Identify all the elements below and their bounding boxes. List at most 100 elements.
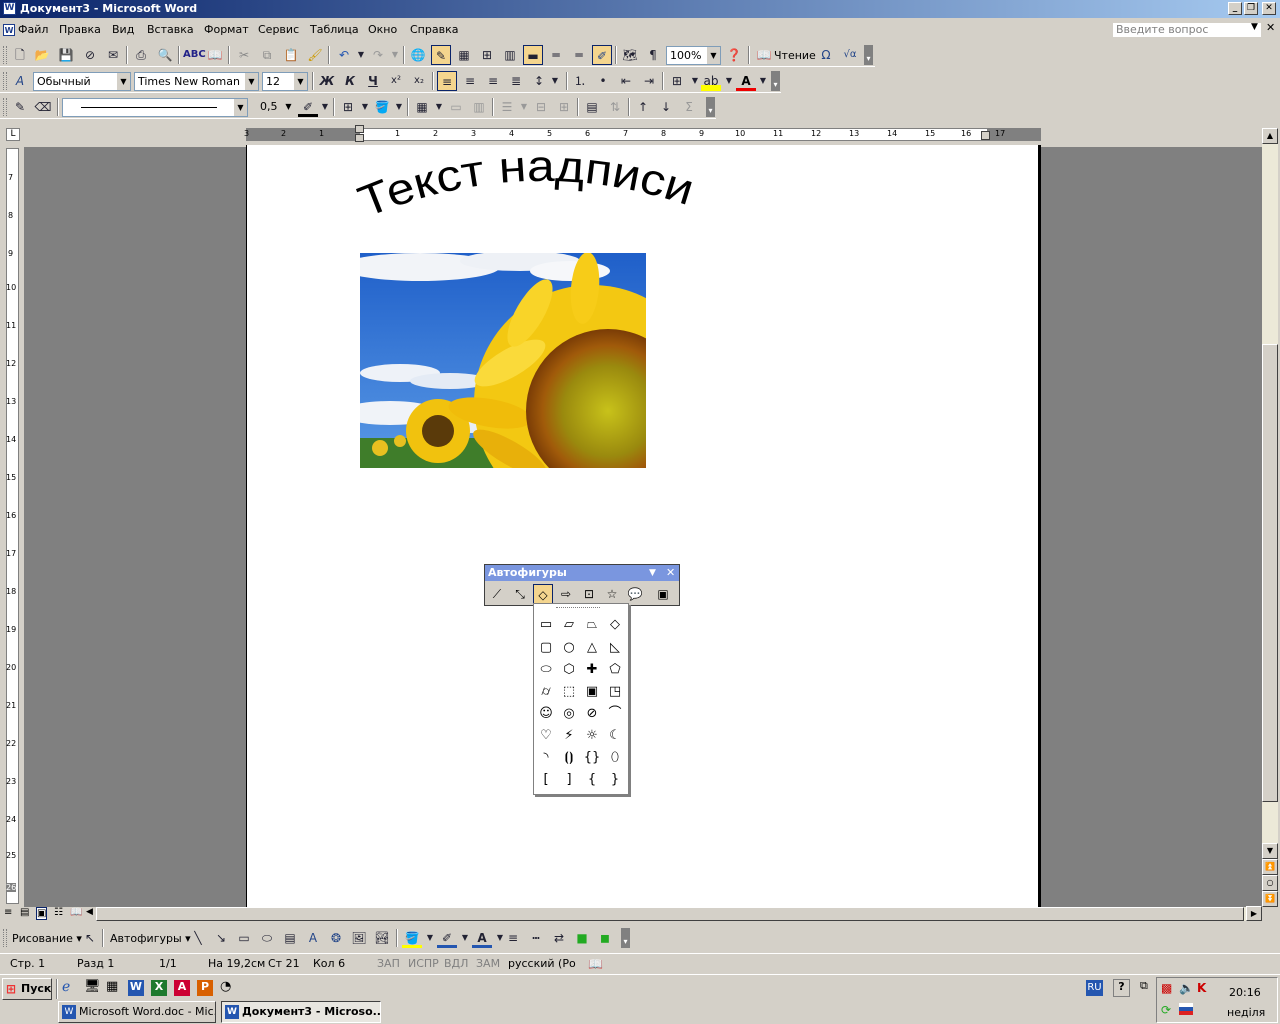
subscript-icon[interactable]: x₂ <box>409 71 429 91</box>
close-toolbar-icon[interactable]: ✕ <box>666 565 675 581</box>
scroll-up-icon[interactable]: ▲ <box>1262 128 1278 144</box>
rectangle-icon[interactable]: ▭ <box>535 614 557 636</box>
highlight-icon[interactable]: ab <box>701 71 721 91</box>
line-style-select[interactable]: ▼ <box>62 98 248 117</box>
menu-help[interactable]: Справка <box>410 23 458 36</box>
vertical-ruler[interactable]: 7 8 9 10 11 12 13 14 15 16 17 18 19 20 2… <box>6 148 19 904</box>
task-word-doc[interactable]: W Microsoft Word.doc - Mic... <box>58 1001 216 1023</box>
text-direction-icon[interactable]: ⇅ <box>605 97 625 117</box>
italic-button[interactable]: К <box>340 71 360 91</box>
help-dropdown-icon[interactable]: ▼ <box>1251 22 1258 32</box>
tab-selector-icon[interactable]: L <box>6 128 20 141</box>
cut-icon[interactable]: ✂ <box>234 45 254 65</box>
help-tray-icon[interactable]: ? <box>1113 979 1130 997</box>
align-center-icon[interactable]: ≡ <box>460 71 480 91</box>
horizontal-ruler[interactable]: 3 2 1 1 2 3 4 5 6 7 8 9 10 11 12 13 14 1… <box>244 125 1041 142</box>
styles-icon[interactable]: A <box>10 71 30 91</box>
triangle-icon[interactable]: △ <box>581 637 603 659</box>
help-icon[interactable]: ❓ <box>724 45 744 65</box>
insert-wordart-icon[interactable]: A <box>303 928 323 948</box>
line-style-icon[interactable]: ≡ <box>503 928 523 948</box>
insert-picture-icon[interactable]: 🏞 <box>372 928 392 948</box>
web-view-icon[interactable]: ▤ <box>20 907 29 918</box>
style-select[interactable]: Обычный ▼ <box>33 72 131 91</box>
superscript-icon[interactable]: x² <box>386 71 406 91</box>
toolbar-grip[interactable] <box>3 98 7 116</box>
zoom-select[interactable]: 100% ▼ <box>666 46 721 65</box>
copy-icon[interactable]: ⧉ <box>257 45 277 65</box>
help-search-input[interactable]: Введите вопрос <box>1112 22 1262 38</box>
bold-button[interactable]: Ж <box>317 71 337 91</box>
font-size-select[interactable]: 12 ▼ <box>262 72 308 91</box>
left-brace-icon[interactable]: { <box>581 769 603 791</box>
antivirus-icon[interactable]: K <box>1197 981 1206 995</box>
close-doc-icon[interactable]: ✕ <box>1266 21 1275 34</box>
font-color-dropdown-icon[interactable]: ▼ <box>753 71 773 91</box>
moon-icon[interactable]: ☾ <box>604 725 626 747</box>
line-weight-dropdown-icon[interactable]: ▼ <box>282 98 295 115</box>
borders-icon[interactable]: ⊞ <box>667 71 687 91</box>
zoom-dropdown-icon[interactable]: ▼ <box>707 47 720 64</box>
status-track[interactable]: ИСПР <box>408 957 439 970</box>
scroll-left-icon[interactable]: ◀ <box>86 907 93 917</box>
close-button[interactable]: ✕ <box>1262 2 1276 15</box>
vertical-scrollbar[interactable]: ▲ ▼ ⏫ ○ ⏬ <box>1262 128 1278 907</box>
font-select[interactable]: Times New Roman ▼ <box>134 72 259 91</box>
pentagon-icon[interactable]: ⬠ <box>604 659 626 681</box>
autoformat-icon[interactable]: ▤ <box>582 97 602 117</box>
permission-icon[interactable]: ⊘ <box>80 45 100 65</box>
fill-color-icon[interactable]: 🪣 <box>402 928 422 948</box>
spelling-icon[interactable]: ABC <box>183 45 206 65</box>
toolbar-options-icon[interactable]: ▾ <box>621 928 630 948</box>
research-icon[interactable]: 📖 <box>205 45 225 65</box>
powerpoint-icon[interactable]: P <box>197 980 213 996</box>
bevel-icon[interactable]: ▣ <box>581 681 603 703</box>
symbol-icon[interactable]: Ω <box>816 45 836 65</box>
sunflower-photo[interactable] <box>360 253 646 468</box>
size-dropdown-icon[interactable]: ▼ <box>294 73 307 90</box>
right-triangle-icon[interactable]: ◺ <box>604 637 626 659</box>
clock-time[interactable]: 20:16 <box>1229 986 1261 999</box>
drawing-icon[interactable]: ▬ <box>523 45 543 65</box>
hexagon-icon[interactable]: ⬡ <box>558 659 580 681</box>
scroll-down-icon[interactable]: ▼ <box>1262 843 1278 859</box>
tray-restore-icon[interactable]: ⧉ <box>1140 979 1148 993</box>
heart-icon[interactable]: ♡ <box>535 725 557 747</box>
style-dropdown-icon[interactable]: ▼ <box>117 73 130 90</box>
toolbar-grip[interactable] <box>3 72 7 90</box>
drawing-toggle-icon[interactable]: ✐ <box>592 45 612 65</box>
right-indent-marker[interactable] <box>981 131 990 140</box>
media-player-icon[interactable]: ◔ <box>220 979 231 994</box>
lines-icon[interactable]: ⟋ <box>487 584 507 604</box>
octagon-icon[interactable]: ○ <box>558 637 580 659</box>
rounded-rectangle-icon[interactable]: ▢ <box>535 637 557 659</box>
task-document3[interactable]: W Документ3 - Microso... <box>221 1001 381 1023</box>
browse-object-icon[interactable]: ○ <box>1262 875 1278 891</box>
arc-icon[interactable]: ◝ <box>535 747 557 769</box>
3d-icon[interactable]: ◼ <box>595 928 615 948</box>
draw-font-color-icon[interactable]: A <box>472 928 492 948</box>
document-icon[interactable]: W <box>3 24 15 36</box>
scroll-thumb[interactable] <box>1262 344 1278 802</box>
stars-banners-icon[interactable]: ☆ <box>602 584 622 604</box>
desktop-icon[interactable]: 🖥 <box>84 979 101 994</box>
document-map-2-icon[interactable]: 🗺 <box>620 45 640 65</box>
distribute-rows-icon[interactable]: ⊟ <box>531 97 551 117</box>
word-icon[interactable]: W <box>128 980 144 996</box>
status-extend[interactable]: ВДЛ <box>444 957 468 970</box>
arrow-style-icon[interactable]: ⇄ <box>549 928 569 948</box>
outline-view-icon[interactable]: ☷ <box>54 907 63 918</box>
excel-icon[interactable]: X <box>151 980 167 996</box>
draw-table-icon[interactable]: ✎ <box>10 97 30 117</box>
callouts-icon[interactable]: 💬 <box>625 584 645 604</box>
new-doc-icon[interactable]: 🗋 <box>10 45 30 65</box>
normal-view-icon[interactable]: ≡ <box>4 907 12 918</box>
autoshapes-menu-button[interactable]: Автофигуры ▾ <box>110 932 191 945</box>
double-bracket-icon[interactable]: ⦗⦘ <box>558 747 580 769</box>
donut-icon[interactable]: ◎ <box>558 703 580 725</box>
numbering-icon[interactable]: ⒈ <box>570 71 590 91</box>
line-style-dropdown-icon[interactable]: ▼ <box>234 99 247 116</box>
horizontal-scrollbar[interactable]: ▶ <box>96 906 1262 921</box>
border-color-dropdown-icon[interactable]: ▼ <box>315 97 335 117</box>
restore-button[interactable]: ❐ <box>1244 2 1258 15</box>
